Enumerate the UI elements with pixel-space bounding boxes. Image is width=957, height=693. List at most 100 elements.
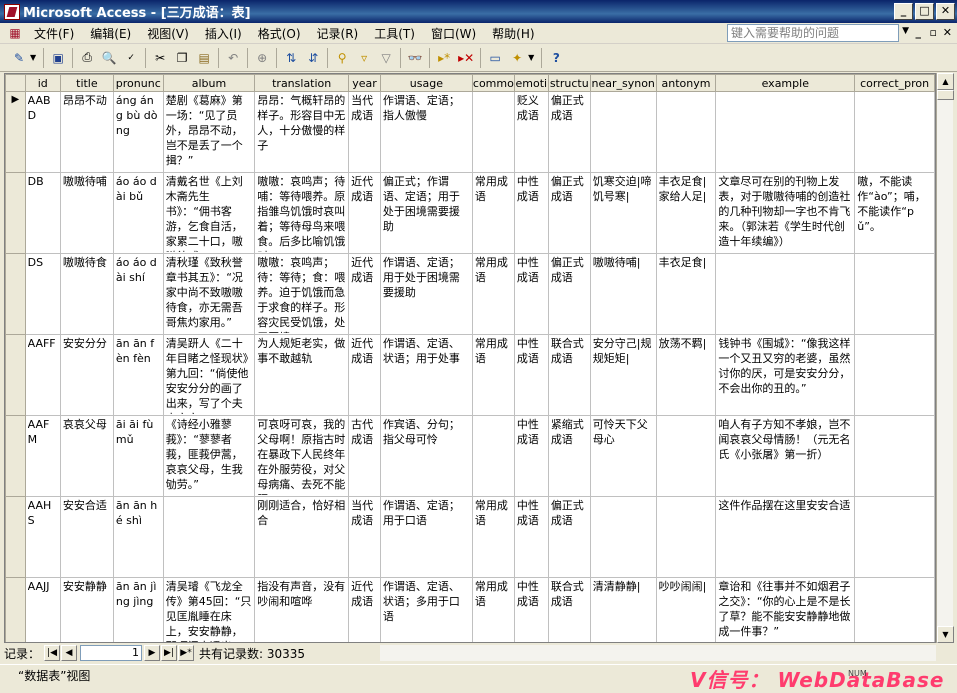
table-cell[interactable]: áo áo dài bǔ	[112, 172, 164, 254]
table-row[interactable]: AAJJ 安安静静 ān ān jìng jìng 清吴璿《飞龙全传》第45回：“只见…	[5, 577, 935, 642]
view-design-icon[interactable]: ✎	[10, 49, 28, 67]
column-header[interactable]: correct_pron	[854, 74, 935, 92]
table-cell[interactable]: 嗷嗷待哺|	[589, 253, 657, 335]
table-cell[interactable]: 安安静静	[59, 577, 114, 642]
table-cell[interactable]: 当代成语	[348, 496, 381, 578]
menu-window[interactable]: 窗口(W)	[423, 25, 484, 42]
table-cell[interactable]: 近代成语	[348, 253, 381, 335]
table-cell[interactable]	[854, 577, 935, 642]
row-selector[interactable]	[5, 253, 26, 335]
table-cell[interactable]: 近代成语	[348, 172, 381, 254]
table-cell[interactable]	[655, 496, 717, 578]
column-header[interactable]: example	[715, 74, 856, 92]
table-cell[interactable]	[589, 91, 657, 173]
chevron-down-icon[interactable]: ▼	[902, 26, 909, 36]
undo-icon[interactable]: ↶	[224, 49, 242, 67]
insert-hyperlink-icon[interactable]: ⊕	[253, 49, 271, 67]
table-cell[interactable]: 近代成语	[348, 577, 381, 642]
minimize-button[interactable]: _	[894, 3, 913, 20]
table-cell[interactable]: 清吴趼人《二十年目睹之怪现状》第九回：“倘使他安安分分的画了出来，写了个夫夫字字	[162, 334, 256, 416]
table-cell[interactable]: 中性成语	[513, 334, 549, 416]
table-cell[interactable]: 安分守己|规规矩矩|	[589, 334, 657, 416]
table-row[interactable]: DB 嗷嗷待哺 áo áo dài bǔ 清戴名世《上刘木斋先生书》：“佣书客游，乞食…	[5, 172, 935, 254]
table-cell[interactable]: 中性成语	[513, 415, 549, 497]
column-header[interactable]: album	[162, 74, 256, 92]
table-cell[interactable]: 放荡不羁|	[655, 334, 717, 416]
table-cell[interactable]: 当代成语	[348, 91, 381, 173]
table-row[interactable]: DS 嗷嗷待食 áo áo dài shí 清秋瑾《致秋誉章书其五》：“况家中尚不致嗷…	[5, 253, 935, 335]
row-selector[interactable]	[5, 172, 26, 254]
table-cell[interactable]: 联合式成语	[547, 334, 591, 416]
table-cell[interactable]: 这件作品摆在这里安安合适	[715, 496, 856, 578]
table-cell[interactable]: 中性成语	[513, 577, 549, 642]
table-cell[interactable]	[471, 91, 515, 173]
maximize-button[interactable]: □	[915, 3, 934, 20]
print-preview-icon[interactable]: 🔍	[100, 49, 118, 67]
table-cell[interactable]: 作谓语、定语；用于处于困境需要援助	[379, 253, 473, 335]
table-cell[interactable]	[715, 91, 856, 173]
scroll-up-icon[interactable]: ▲	[937, 73, 954, 90]
delete-record-icon[interactable]: ▸✕	[457, 49, 475, 67]
table-cell[interactable]: áo áo dài shí	[112, 253, 164, 335]
table-row[interactable]: AAFM 哀哀父母 āi āi fù mǔ 《诗经小雅蓼莪》：“蓼蓼者莪，匪莪伊蒿，哀…	[5, 415, 935, 497]
menu-view[interactable]: 视图(V)	[139, 25, 197, 42]
column-header[interactable]: near_synon	[589, 74, 657, 92]
table-cell[interactable]: 常用成语	[471, 253, 515, 335]
row-selector[interactable]	[5, 334, 26, 416]
table-cell[interactable]: 偏正式成语	[547, 172, 591, 254]
table-cell[interactable]: 丰衣足食|	[655, 253, 717, 335]
table-cell[interactable]: 古代成语	[348, 415, 381, 497]
column-header[interactable]: pronunc	[112, 74, 164, 92]
table-row[interactable]: AAHS 安安合适 ān ān hé shì 刚刚适合，恰好相合 当代成语 作谓语、定语；…	[5, 496, 935, 578]
table-cell[interactable]: 贬义成语	[513, 91, 549, 173]
row-selector[interactable]	[5, 415, 26, 497]
table-cell[interactable]: 嗷嗷待哺	[59, 172, 114, 254]
sort-ascending-icon[interactable]: ⇅	[282, 49, 300, 67]
next-record-icon[interactable]: ▶	[144, 645, 161, 661]
doc-minimize-button[interactable]: _	[916, 26, 922, 39]
table-cell[interactable]: DB	[24, 172, 61, 254]
table-cell[interactable]	[854, 415, 935, 497]
menu-help[interactable]: 帮助(H)	[484, 25, 542, 42]
cut-icon[interactable]: ✂	[151, 49, 169, 67]
database-window-icon[interactable]: ▭	[486, 49, 504, 67]
row-selector-header[interactable]	[5, 74, 26, 92]
table-cell[interactable]: 偏正式成语	[547, 91, 591, 173]
print-icon[interactable]: ⎙	[78, 49, 96, 67]
row-selector[interactable]: ▶	[5, 91, 26, 173]
new-object-icon[interactable]: ✦	[508, 49, 526, 67]
row-selector[interactable]	[5, 577, 26, 642]
table-cell[interactable]: 偏正式成语	[547, 253, 591, 335]
column-header[interactable]: structu	[547, 74, 591, 92]
table-cell[interactable]	[715, 253, 856, 335]
column-header[interactable]: title	[59, 74, 114, 92]
help-question-input[interactable]: 键入需要帮助的问题	[727, 24, 899, 42]
datasheet-grid[interactable]: id title pronunc album translation year …	[4, 73, 936, 643]
table-cell[interactable]	[471, 415, 515, 497]
chevron-down-icon[interactable]: ▼	[528, 53, 534, 62]
sort-descending-icon[interactable]: ⇵	[304, 49, 322, 67]
table-cell[interactable]: 常用成语	[471, 496, 515, 578]
table-cell[interactable]: 作谓语、定语；指人傲慢	[379, 91, 473, 173]
table-cell[interactable]: áng áng bù dòng	[112, 91, 164, 173]
table-cell[interactable]: 清戴名世《上刘木斋先生书》：“佣书客游，乞食自活，家累二十口，嗷嗷待哺。”	[162, 172, 256, 254]
scroll-down-icon[interactable]: ▼	[937, 626, 954, 643]
new-record-icon[interactable]: ▸*	[435, 49, 453, 67]
find-icon[interactable]: 👓	[406, 49, 424, 67]
paste-icon[interactable]: ▤	[195, 49, 213, 67]
table-cell[interactable]: 指没有声音，没有吵闹和喧哗	[254, 577, 350, 642]
table-cell[interactable]: 常用成语	[471, 334, 515, 416]
column-header[interactable]: usage	[379, 74, 473, 92]
filter-by-selection-icon[interactable]: ⚲	[333, 49, 351, 67]
table-cell[interactable]: 楚剧《葛麻》第一场：“见了员外，昂昂不动，岂不是丢了一个揖？”	[162, 91, 256, 173]
column-header[interactable]: emoti	[513, 74, 549, 92]
table-cell[interactable]: ān ān jìng jìng	[112, 577, 164, 642]
table-cell[interactable]: 为人规矩老实，做事不敢越轨	[254, 334, 350, 416]
table-cell[interactable]	[854, 496, 935, 578]
table-cell[interactable]: 紧缩式成语	[547, 415, 591, 497]
table-cell[interactable]: 中性成语	[513, 496, 549, 578]
table-cell[interactable]: AAJJ	[24, 577, 61, 642]
table-cell[interactable]: AAHS	[24, 496, 61, 578]
table-cell[interactable]: 昂昂：气概轩昂的样子。形容目中无人，十分傲慢的样子	[254, 91, 350, 173]
table-cell[interactable]	[162, 496, 256, 578]
